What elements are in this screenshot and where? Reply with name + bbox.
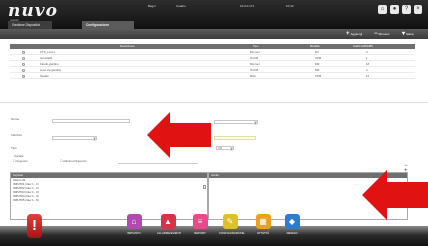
name-label: Nome [11,117,20,121]
name-input[interactable] [52,119,130,123]
dock-item-label: DESIGN [286,231,298,235]
type-label: Tipo [11,146,17,150]
table-row[interactable]: Scalda Relè UPM 14 [10,73,415,79]
channel-label: Canale [14,154,24,158]
inputs-list: Interno 01 INPUT01 (rilev 1 - 1) INPUT02… [11,178,207,202]
scrollbar[interactable] [203,185,206,189]
user-icon[interactable]: ● [390,5,399,14]
plus-icon: + [346,31,350,37]
activate-checkbox-label: Attivati al Supporto [63,159,87,163]
tipo-value: RM [218,147,222,150]
header-info-3: 10.0.0.171 [240,4,255,8]
header-info-1: Bagni [148,4,156,8]
divider [0,102,428,103]
tab-gestione-dispositivi[interactable]: Gestione Dispositivi [8,21,52,29]
list-item[interactable]: INPUT05 (rilev 1 - 5) [11,198,207,202]
activate-checkbox[interactable]: ☐ Attivati al Supporto [60,159,87,163]
save-icon: ▾ [402,31,406,37]
red-arrow-right-icon [362,170,428,220]
inputs-panel: Ingressi Interno 01 INPUT01 (rilev 1 - 1… [10,172,208,220]
dock-item-label: CONFIGURAZIONE [219,231,245,235]
dock-item-configurazione[interactable]: ✎ CONFIGURAZIONE [219,214,245,235]
value-input[interactable] [214,136,256,140]
dock-item-label: REPORT [194,231,206,235]
device-select[interactable] [214,120,258,125]
devices-table: Descrizione Tipo Modello Indirizzo/RS485… [10,44,415,79]
row-radio[interactable] [22,74,25,78]
row-radio[interactable] [22,68,25,72]
power-icon[interactable]: ! [27,214,42,238]
address-select[interactable] [52,136,97,141]
calendar-icon: ▦ [255,214,271,229]
red-arrow-left-icon [147,112,211,158]
design-icon: ◆ [284,214,300,229]
close-icon[interactable]: × [414,5,422,14]
dock-item-label: IMPIANTO [127,231,141,235]
cell-address: 14 [366,74,370,78]
report-icon: ≡ [192,214,208,229]
support-checkbox-label: Supporto [16,159,28,163]
alarm-icon: ▲ [160,214,176,229]
support-input[interactable] [118,160,198,164]
home-icon[interactable]: ⌂ [378,5,387,14]
app-logo: nuvo [8,1,58,21]
house-icon: ⌂ [126,214,142,229]
toolbar: +Aggiungi −Rimuovi ▾Salva [0,29,428,39]
header-info-2: Cuadro [176,4,186,8]
support-checkbox[interactable]: ☐ Supporto [13,159,28,163]
tab-configurazione[interactable]: Configurazione [82,21,134,29]
tipo-select[interactable]: RM [216,146,234,151]
bottom-dock [0,226,428,246]
minus-icon: − [374,31,378,37]
remove-button[interactable]: −Rimuovi [374,31,389,37]
row-radio[interactable] [22,50,25,54]
row-radio[interactable] [22,62,25,66]
dock-item-attivita[interactable]: ▦ ATTIVITÀ [252,214,274,235]
top-header: nuvo network Bagni Cuadro 10.0.0.171 10:… [0,0,428,29]
dock-item-impianto[interactable]: ⌂ IMPIANTO [123,214,145,235]
cell-model: UPM [315,74,322,78]
dock-item-design[interactable]: ◆ DESIGN [281,214,303,235]
header-info-4: 10:42 [286,4,294,8]
row-radio[interactable] [22,56,25,60]
save-button[interactable]: ▾Salva [402,31,414,37]
cell-name: Scalda [40,74,49,78]
add-button[interactable]: +Aggiungi [346,31,362,37]
dock-item-label: ALLARME/EVENTI [157,231,181,235]
wrench-icon: ✎ [222,214,238,229]
address-label: Indirizzo [11,133,23,137]
dock-item-report[interactable]: ≡ REPORT [189,214,211,235]
help-icon[interactable]: ? [402,5,411,14]
dock-item-allarme-eventi[interactable]: ▲ ALLARME/EVENTI [157,214,181,235]
dock-item-label: ATTIVITÀ [256,231,270,235]
cell-type: Relè [250,74,256,78]
